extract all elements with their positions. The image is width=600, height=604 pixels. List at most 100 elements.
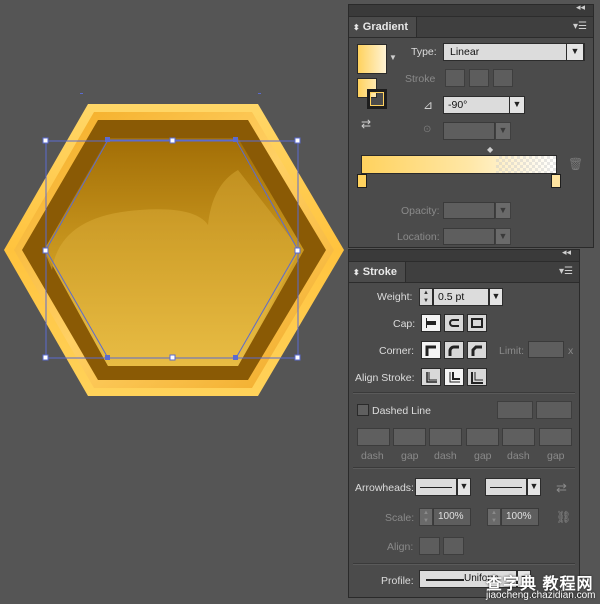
watermark: 查字典 教程网 jiaocheng.chazidian.com [482, 568, 600, 604]
limit-field[interactable] [528, 341, 564, 358]
location-field[interactable] [443, 228, 495, 245]
location-dropdown-arrow-icon[interactable]: ▼ [495, 228, 511, 245]
dash-field-3[interactable] [502, 428, 535, 446]
gap-label-2: gap [474, 450, 492, 462]
aspect-dropdown-arrow-icon[interactable]: ▼ [495, 122, 511, 140]
butt-cap-icon [426, 318, 436, 328]
arrow-place-button[interactable] [443, 537, 464, 555]
corner-label: Corner: [379, 345, 415, 357]
gradient-panel-topbar[interactable]: ◂◂ [349, 2, 593, 17]
dash-field-2[interactable] [429, 428, 462, 446]
tab-gradient[interactable]: ⬍ Gradient [349, 17, 417, 37]
weight-dropdown-arrow-icon[interactable]: ▼ [489, 288, 503, 306]
projecting-cap-button[interactable] [467, 314, 487, 332]
stroke-panel-topbar[interactable]: ◂◂ [349, 247, 579, 262]
gap-label-3: gap [547, 450, 565, 462]
stroke-panel-menu-icon[interactable]: ▾☰ [559, 266, 573, 277]
align-center-button[interactable] [421, 368, 441, 386]
swap-arrowheads-icon[interactable]: ⇄ [556, 480, 567, 496]
arrow-extend-button[interactable] [419, 537, 440, 555]
gradient-slider[interactable] [361, 155, 557, 174]
reverse-gradient-icon[interactable]: ⇄ [361, 117, 371, 131]
butt-cap-button[interactable] [421, 314, 441, 332]
arrowhead-start-dropdown[interactable] [415, 478, 457, 496]
watermark-url: jiaocheng.chazidian.com [486, 590, 596, 601]
gradient-panel-tabs: ⬍ Gradient ▾☰ [349, 17, 593, 38]
arrowhead-end-dropdown[interactable] [485, 478, 527, 496]
artboard-canvas[interactable] [0, 0, 348, 604]
arrowhead-end-arrow-icon[interactable]: ▼ [527, 478, 541, 496]
separator-1 [353, 392, 575, 394]
hexagon-artwork[interactable] [0, 0, 348, 604]
arrowheads-label: Arrowheads: [355, 482, 414, 494]
align-outside-button[interactable] [467, 368, 487, 386]
round-join-icon [448, 345, 459, 356]
stroke-across-button[interactable] [493, 69, 513, 87]
midpoint-diamond-icon[interactable]: ◆ [487, 145, 493, 154]
scale-start-value: 100% [438, 511, 464, 522]
round-join-button[interactable] [444, 341, 464, 359]
angle-value: -90° [448, 99, 468, 111]
aspect-field[interactable] [443, 122, 495, 140]
stroke-within-button[interactable] [445, 69, 465, 87]
profile-label: Profile: [381, 575, 414, 587]
stroke-collapse-icon[interactable]: ◂◂ [562, 247, 571, 258]
angle-dropdown-arrow-icon[interactable]: ▼ [509, 96, 525, 114]
scale-end-field[interactable]: 100% [501, 508, 539, 526]
gradient-swatch[interactable] [357, 44, 387, 74]
tab-stroke[interactable]: ⬍ Stroke [349, 262, 407, 282]
round-cap-icon [449, 319, 459, 327]
align-dash-button[interactable] [536, 401, 572, 419]
opacity-dropdown-arrow-icon[interactable]: ▼ [495, 202, 511, 219]
stroke-label: Stroke [405, 73, 436, 85]
dashed-line-checkbox[interactable] [357, 404, 369, 416]
weight-field[interactable]: 0.5 pt [433, 288, 489, 306]
weight-label: Weight: [377, 291, 413, 303]
weight-stepper[interactable]: ▲ ▼ [419, 288, 433, 306]
stroke-along-button[interactable] [469, 69, 489, 87]
align-inside-icon [449, 372, 460, 383]
tab-arrows-icon: ⬍ [353, 23, 360, 32]
preserve-dash-button[interactable] [497, 401, 533, 419]
align-center-icon [426, 372, 437, 383]
dash-label-1: dash [361, 450, 384, 462]
delete-stop-icon[interactable]: 🗑 [568, 157, 583, 171]
type-dropdown[interactable]: Linear ▼ [443, 43, 585, 61]
dash-label-3: dash [507, 450, 530, 462]
limit-label: Limit: [499, 345, 525, 357]
panel-menu-icon[interactable]: ▾☰ [573, 21, 587, 32]
arrowhead-start-arrow-icon[interactable]: ▼ [457, 478, 471, 496]
link-scale-icon[interactable]: ⛓ [556, 510, 571, 524]
opacity-field[interactable] [443, 202, 495, 219]
bevel-join-button[interactable] [467, 341, 487, 359]
swatch-dropdown-icon[interactable]: ▼ [389, 53, 397, 62]
gap-field-2[interactable] [466, 428, 499, 446]
stroke-panel: ◂◂ ⬍ Stroke ▾☰ Weight: ▲ ▼ 0.5 pt ▼ Cap: … [348, 247, 580, 598]
collapse-icon[interactable]: ◂◂ [576, 2, 585, 13]
scale-start-field[interactable]: 100% [433, 508, 471, 526]
scale-end-stepper[interactable]: ▲ ▼ [487, 508, 501, 526]
align-stroke-label: Align Stroke: [355, 372, 415, 384]
align-arrows-label: Align: [387, 541, 414, 553]
gap-label-1: gap [401, 450, 419, 462]
aspect-ratio-icon: ⊙ [423, 124, 432, 135]
location-label: Location: [397, 231, 440, 243]
align-inside-button[interactable] [444, 368, 464, 386]
limit-unit: x [568, 345, 574, 357]
projecting-cap-icon [471, 318, 483, 328]
gap-field-3[interactable] [539, 428, 572, 446]
gradient-panel: ◂◂ ⬍ Gradient ▾☰ ▼ ⇄ Type: Linear ▼ Stro… [348, 2, 594, 248]
cap-label: Cap: [393, 318, 416, 330]
gap-field-1[interactable] [393, 428, 426, 446]
opacity-label: Opacity: [401, 205, 440, 217]
round-cap-button[interactable] [444, 314, 464, 332]
stroke-swatch[interactable] [367, 89, 387, 109]
dash-field-1[interactable] [357, 428, 390, 446]
angle-field[interactable]: -90° ▼ [443, 96, 525, 114]
type-dropdown-arrow-icon[interactable]: ▼ [566, 43, 584, 61]
bevel-join-icon [471, 345, 482, 356]
color-stop-start[interactable] [357, 174, 367, 188]
color-stop-end[interactable] [551, 174, 561, 188]
scale-start-stepper[interactable]: ▲ ▼ [419, 508, 433, 526]
miter-join-button[interactable] [421, 341, 441, 359]
